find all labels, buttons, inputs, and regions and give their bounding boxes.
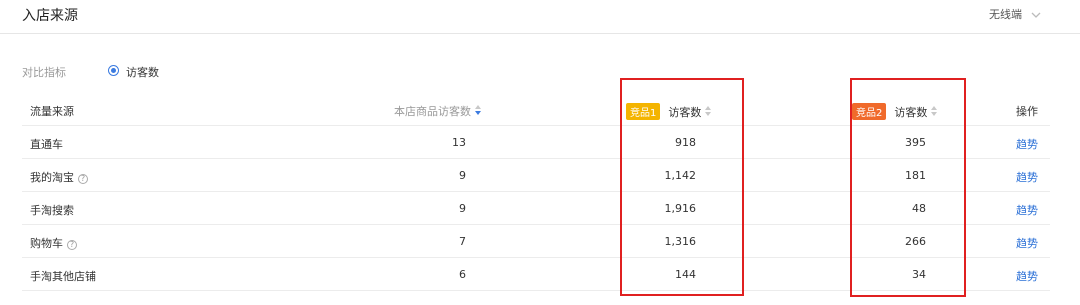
device-dropdown[interactable]: 无线端 [982, 5, 1042, 25]
row-source-label: 手淘其他店铺 [30, 270, 96, 283]
sort-desc-icon[interactable] [474, 105, 482, 116]
row-source: 购物车? [30, 235, 77, 251]
row-source-label: 我的淘宝 [30, 171, 74, 184]
highlight-box-competitor1 [620, 78, 744, 296]
row-source: 我的淘宝? [30, 169, 88, 185]
compare-metric-label: 对比指标 [22, 66, 66, 79]
highlight-box-competitor2 [850, 78, 966, 297]
row-own-visitors: 13 [452, 136, 466, 149]
row-own-visitors: 9 [459, 202, 466, 215]
row-source-label: 手淘搜索 [30, 204, 74, 217]
section-header: 入店来源 无线端 [0, 0, 1080, 34]
col-own-visitors-label: 本店商品访客数 [394, 105, 471, 118]
row-source: 直通车 [30, 136, 63, 152]
row-source: 手淘其他店铺 [30, 268, 96, 284]
trend-link[interactable]: 趋势 [1016, 202, 1038, 218]
row-own-visitors: 9 [459, 169, 466, 182]
row-source-label: 购物车 [30, 237, 63, 250]
help-icon[interactable]: ? [67, 240, 77, 250]
col-source: 流量来源 [30, 105, 74, 118]
trend-link[interactable]: 趋势 [1016, 235, 1038, 251]
radio-visitors[interactable] [108, 65, 119, 76]
trend-link[interactable]: 趋势 [1016, 136, 1038, 152]
device-dropdown-label: 无线端 [989, 8, 1022, 21]
col-action: 操作 [1016, 105, 1038, 118]
help-icon[interactable]: ? [78, 174, 88, 184]
col-own-visitors[interactable]: 本店商品访客数 [394, 103, 482, 119]
trend-link[interactable]: 趋势 [1016, 268, 1038, 284]
row-own-visitors: 6 [459, 268, 466, 281]
row-own-visitors: 7 [459, 235, 466, 248]
trend-link[interactable]: 趋势 [1016, 169, 1038, 185]
row-source-label: 直通车 [30, 138, 63, 151]
chevron-down-icon [1031, 12, 1041, 18]
section-title: 入店来源 [22, 8, 78, 24]
radio-visitors-label[interactable]: 访客数 [126, 64, 159, 80]
row-source: 手淘搜索 [30, 202, 74, 218]
